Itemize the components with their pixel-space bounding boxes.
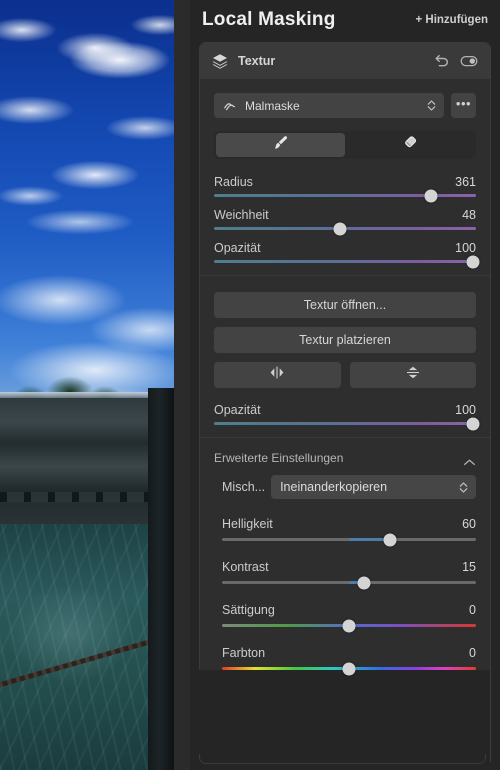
layer-row[interactable]: Textur <box>200 43 490 79</box>
mask-options-button[interactable]: ••• <box>451 93 476 118</box>
panel-header: Local Masking + Hinzufügen <box>190 0 500 42</box>
add-mask-button[interactable]: + Hinzufügen <box>415 14 488 26</box>
slider-brightness-label: Helligkeit <box>222 517 273 531</box>
mask-type-row: Malmaske ••• <box>214 93 476 118</box>
slider-contrast-label: Kontrast <box>222 560 269 574</box>
open-texture-button[interactable]: Textur öffnen... <box>214 292 476 318</box>
slider-radius-label: Radius <box>214 175 253 189</box>
flip-horizontal-icon <box>268 365 286 385</box>
eraser-tool-button[interactable] <box>345 133 474 157</box>
flip-button-row <box>214 362 476 388</box>
brush-icon <box>272 134 289 156</box>
slider-texture-opacity[interactable]: Opazität 100 <box>214 403 480 430</box>
slider-softness-label: Weichheit <box>214 208 269 222</box>
blend-mode-label: Misch... <box>222 480 266 494</box>
slider-brightness-track[interactable] <box>222 533 476 546</box>
slider-radius-knob[interactable] <box>424 189 438 202</box>
slider-saturation-head: Sättigung 0 <box>222 603 476 617</box>
flip-vertical-button[interactable] <box>349 362 476 388</box>
advanced-settings-title: Erweiterte Einstellungen <box>214 451 344 465</box>
local-masking-panel: Local Masking + Hinzufügen Textur Malmas… <box>190 0 500 770</box>
blend-mode-value: Ineinanderkopieren <box>280 480 388 494</box>
undo-icon[interactable] <box>431 51 451 71</box>
slider-brightness-knob[interactable] <box>383 533 397 546</box>
slider-brightness[interactable]: Helligkeit 60 <box>222 517 476 546</box>
place-texture-button[interactable]: Textur platzieren <box>214 327 476 353</box>
brush-tool-button[interactable] <box>216 133 345 157</box>
slider-hue-track[interactable] <box>222 662 476 675</box>
paint-mask-icon <box>223 98 238 113</box>
blend-mode-row: Misch... Ineinanderkopieren <box>200 475 490 499</box>
advanced-sliders: Helligkeit 60 Kontrast 15 Sättigung 0 Fa… <box>200 517 490 675</box>
layers-icon <box>211 52 229 70</box>
slider-hue[interactable]: Farbton 0 <box>222 646 476 675</box>
slider-radius[interactable]: Radius 361 <box>214 175 476 202</box>
slider-contrast-track[interactable] <box>222 576 476 589</box>
slider-mask-opacity[interactable]: Opazität 100 <box>214 241 480 268</box>
layer-name: Textur <box>238 54 276 68</box>
slider-mask-opacity-head: Opazität 100 <box>214 241 476 255</box>
slider-texture-opacity-knob[interactable] <box>466 417 480 430</box>
slider-contrast-value: 15 <box>462 560 476 574</box>
slider-softness-value: 48 <box>462 208 476 222</box>
mask-layer-card: Textur Malmaske ••• Radius 361 Weichheit… <box>199 42 491 675</box>
page-title: Local Masking <box>202 9 336 30</box>
panel-scrollbar[interactable] <box>490 48 491 762</box>
slider-mask-opacity-value: 100 <box>455 241 476 255</box>
slider-hue-knob[interactable] <box>342 662 356 675</box>
slider-hue-label: Farbton <box>222 646 266 660</box>
mask-type-select[interactable]: Malmaske <box>214 93 444 118</box>
slider-brightness-head: Helligkeit 60 <box>222 517 476 531</box>
slider-texture-opacity-value: 100 <box>455 403 476 417</box>
slider-contrast-head: Kontrast 15 <box>222 560 476 574</box>
slider-radius-value: 361 <box>455 175 476 189</box>
slider-mask-opacity-label: Opazität <box>214 241 261 255</box>
blend-mode-select[interactable]: Ineinanderkopieren <box>271 475 476 499</box>
slider-saturation[interactable]: Sättigung 0 <box>222 603 476 632</box>
slider-softness-head: Weichheit 48 <box>214 208 476 222</box>
slider-contrast-knob[interactable] <box>357 576 371 589</box>
slider-texture-opacity-label: Opazität <box>214 403 261 417</box>
slider-saturation-label: Sättigung <box>222 603 275 617</box>
slider-mask-opacity-track[interactable] <box>214 255 480 268</box>
preview-edge <box>174 0 190 770</box>
slider-softness-track[interactable] <box>214 222 476 235</box>
advanced-settings-header[interactable]: Erweiterte Einstellungen <box>200 438 490 475</box>
mask-section: Malmaske ••• Radius 361 Weichheit 48 Opa… <box>200 79 490 275</box>
slider-saturation-knob[interactable] <box>342 619 356 632</box>
mask-type-label: Malmaske <box>245 98 300 113</box>
chevron-up-icon[interactable] <box>463 454 476 465</box>
slider-softness[interactable]: Weichheit 48 <box>214 208 476 235</box>
slider-saturation-value: 0 <box>469 603 476 617</box>
slider-radius-track[interactable] <box>214 189 476 202</box>
toggle-on-icon[interactable] <box>459 51 479 71</box>
app-root: Local Masking + Hinzufügen Textur Malmas… <box>0 0 500 770</box>
slider-saturation-track[interactable] <box>222 619 476 632</box>
slider-mask-opacity-knob[interactable] <box>466 255 480 268</box>
slider-hue-value: 0 <box>469 646 476 660</box>
image-preview[interactable] <box>0 0 190 770</box>
post <box>148 388 174 770</box>
eraser-icon <box>401 134 418 156</box>
texture-section: Textur öffnen... Textur platzieren Opazi… <box>200 276 490 437</box>
slider-radius-head: Radius 361 <box>214 175 476 189</box>
flip-vertical-icon <box>404 365 422 385</box>
card-bottom-edge <box>199 754 486 764</box>
tool-toggle-group <box>214 131 476 159</box>
slider-texture-opacity-track[interactable] <box>214 417 480 430</box>
slider-brightness-value: 60 <box>462 517 476 531</box>
slider-contrast[interactable]: Kontrast 15 <box>222 560 476 589</box>
chevron-updown-icon <box>458 481 469 494</box>
slider-softness-knob[interactable] <box>333 222 347 235</box>
flip-horizontal-button[interactable] <box>214 362 341 388</box>
slider-texture-opacity-head: Opazität 100 <box>214 403 476 417</box>
chevron-updown-icon <box>426 99 437 112</box>
slider-hue-head: Farbton 0 <box>222 646 476 660</box>
